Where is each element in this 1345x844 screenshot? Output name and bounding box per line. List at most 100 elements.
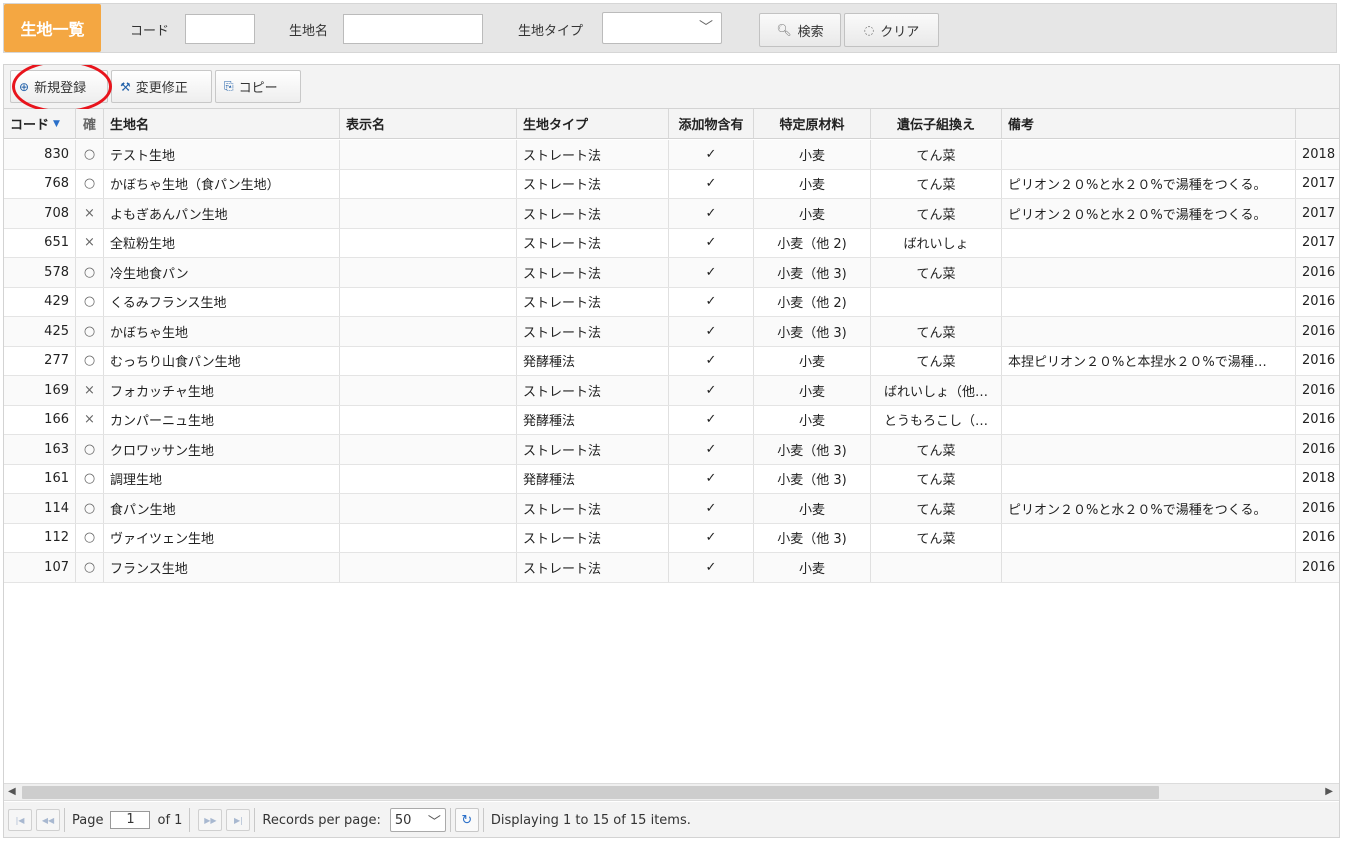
cell-display [340, 169, 517, 198]
cell-kaku: ○ [76, 346, 104, 375]
cell-additive: ✓ [669, 258, 754, 287]
cell-code: 651 [4, 228, 76, 257]
copy-button-label: コピー [238, 81, 278, 96]
cell-name: ヴァイツェン生地 [104, 523, 340, 552]
cell-display [340, 258, 517, 287]
first-page-icon[interactable]: |◀ [8, 809, 32, 831]
cell-display [340, 464, 517, 493]
cell-additive: ✓ [669, 464, 754, 493]
refresh-icon[interactable]: ↻ [454, 808, 479, 832]
col-header-special[interactable]: 特定原材料 [754, 109, 871, 138]
col-header-name[interactable]: 生地名 [104, 109, 340, 138]
table-row[interactable]: 578 ○ 冷生地食パン ストレート法 ✓ 小麦（他 3) てん菜 2016 [4, 258, 1339, 288]
table-row[interactable]: 107 ○ フランス生地 ストレート法 ✓ 小麦 2016 [4, 553, 1339, 583]
cell-display [340, 228, 517, 257]
cell-display [340, 553, 517, 582]
table-row[interactable]: 169 × フォカッチャ生地 ストレート法 ✓ 小麦 ばれいしょ（他… 2016 [4, 376, 1339, 406]
cell-type: 発酵種法 [517, 346, 669, 375]
horizontal-scrollbar[interactable]: ◀ ▶ [4, 783, 1339, 801]
scroll-right-icon[interactable]: ▶ [1325, 786, 1333, 797]
col-header-gene[interactable]: 遺伝子組換え [871, 109, 1002, 138]
table-row[interactable]: 277 ○ むっちり山食パン生地 発酵種法 ✓ 小麦 てん菜 本捏ピリオン２０%と本捏水２０%… [4, 346, 1339, 376]
cell-kaku: × [76, 199, 104, 228]
cell-display [340, 405, 517, 434]
edit-button[interactable]: ⚒ 変更修正 [111, 70, 212, 103]
cell-note: ピリオン２０%と水２０%で湯種をつくる。 [1002, 199, 1296, 228]
col-header-kaku[interactable]: 確 [76, 109, 104, 138]
cell-gene [871, 553, 1002, 582]
code-input[interactable] [185, 14, 255, 44]
table-row[interactable]: 651 × 全粒粉生地 ストレート法 ✓ 小麦（他 2) ばれいしょ 2017 [4, 228, 1339, 258]
search-button[interactable]: 🔍︎ 検索 [759, 13, 841, 47]
col-header-type[interactable]: 生地タイプ [517, 109, 669, 138]
cell-note [1002, 287, 1296, 316]
table-row[interactable]: 166 × カンパーニュ生地 発酵種法 ✓ 小麦 とうもろこし（… 2016 [4, 405, 1339, 435]
sort-desc-icon: ▼ [53, 118, 60, 129]
cell-special: 小麦 [754, 169, 871, 198]
table-row[interactable]: 112 ○ ヴァイツェン生地 ストレート法 ✓ 小麦（他 3) てん菜 2016 [4, 523, 1339, 553]
last-page-icon[interactable]: ▶| [226, 809, 251, 831]
cell-gene: てん菜 [871, 258, 1002, 287]
cell-code: 708 [4, 199, 76, 228]
clear-button-label: クリア [880, 24, 920, 40]
col-header-date[interactable] [1296, 109, 1339, 138]
cell-additive: ✓ [669, 228, 754, 257]
cell-display [340, 199, 517, 228]
scroll-thumb[interactable] [22, 786, 1159, 799]
cell-kaku: × [76, 376, 104, 405]
cell-note [1002, 317, 1296, 346]
copy-button[interactable]: ⎘ コピー [215, 70, 301, 103]
table-row[interactable]: 425 ○ かぼちゃ生地 ストレート法 ✓ 小麦（他 3) てん菜 2016 [4, 317, 1339, 347]
pager-divider [449, 808, 451, 832]
next-page-icon[interactable]: ▶▶ [198, 809, 223, 831]
records-per-page-select[interactable]: 50 ﹀ [389, 808, 446, 832]
type-select[interactable]: ﹀ [602, 12, 722, 44]
cell-code: 830 [4, 140, 76, 169]
new-button[interactable]: ⊕ 新規登録 [10, 70, 108, 103]
cell-code: 277 [4, 346, 76, 375]
table-row[interactable]: 768 ○ かぼちゃ生地（食パン生地） ストレート法 ✓ 小麦 てん菜 ピリオン２０%と水２０… [4, 169, 1339, 199]
table-row[interactable]: 830 ○ テスト生地 ストレート法 ✓ 小麦 てん菜 2018 [4, 140, 1339, 170]
cell-additive: ✓ [669, 140, 754, 169]
display-info: Displaying 1 to 15 of 15 items. [490, 812, 691, 828]
col-header-display[interactable]: 表示名 [340, 109, 517, 138]
page-label: Page [72, 812, 104, 828]
cell-additive: ✓ [669, 435, 754, 464]
table-row[interactable]: 163 ○ クロワッサン生地 ストレート法 ✓ 小麦（他 3) てん菜 2016 [4, 435, 1339, 465]
cell-type: ストレート法 [517, 258, 669, 287]
table-row[interactable]: 708 × よもぎあんパン生地 ストレート法 ✓ 小麦 てん菜 ピリオン２０%と水２０%で湯種… [4, 199, 1339, 229]
name-input[interactable] [343, 14, 483, 44]
table-row[interactable]: 114 ○ 食パン生地 ストレート法 ✓ 小麦 てん菜 ピリオン２０%と水２０%で湯種をつくる… [4, 494, 1339, 524]
cell-gene: てん菜 [871, 199, 1002, 228]
cell-name: むっちり山食パン生地 [104, 346, 340, 375]
cell-type: ストレート法 [517, 376, 669, 405]
search-button-label: 検索 [797, 24, 824, 40]
cell-special: 小麦 [754, 346, 871, 375]
cell-name: かぼちゃ生地 [104, 317, 340, 346]
cell-note: 本捏ピリオン２０%と本捏水２０%で湯種… [1002, 346, 1296, 375]
cell-note [1002, 435, 1296, 464]
col-header-note[interactable]: 備考 [1002, 109, 1296, 138]
cell-kaku: ○ [76, 258, 104, 287]
cell-type: ストレート法 [517, 228, 669, 257]
col-header-additive[interactable]: 添加物含有 [669, 109, 754, 138]
cell-date: 2018 [1296, 465, 1339, 494]
cell-gene: てん菜 [871, 169, 1002, 198]
cell-kaku: ○ [76, 317, 104, 346]
cell-code: 112 [4, 523, 76, 552]
prev-page-icon[interactable]: ◀◀ [36, 809, 60, 831]
search-bar: 生地一覧 コード 生地名 生地タイプ ﹀ 🔍︎ 検索 ◌ クリア [3, 3, 1337, 53]
new-button-label: 新規登録 [34, 81, 87, 96]
cell-name: カンパーニュ生地 [104, 405, 340, 434]
clear-button[interactable]: ◌ クリア [844, 13, 939, 47]
table-row[interactable]: 429 ○ くるみフランス生地 ストレート法 ✓ 小麦（他 2) 2016 [4, 287, 1339, 317]
cell-kaku: ○ [76, 494, 104, 523]
cell-gene: てん菜 [871, 494, 1002, 523]
scroll-left-icon[interactable]: ◀ [8, 786, 16, 797]
grid-panel: ⊕ 新規登録 ⚒ 変更修正 ⎘ コピー コード ▼ 確 生地名 表示名 生地タイ… [3, 64, 1340, 838]
page-input[interactable]: 1 [110, 811, 151, 829]
table-row[interactable]: 161 ○ 調理生地 発酵種法 ✓ 小麦（他 3) てん菜 2018 [4, 464, 1339, 494]
cell-note [1002, 258, 1296, 287]
cell-kaku: × [76, 228, 104, 257]
col-header-code[interactable]: コード ▼ [4, 109, 76, 138]
